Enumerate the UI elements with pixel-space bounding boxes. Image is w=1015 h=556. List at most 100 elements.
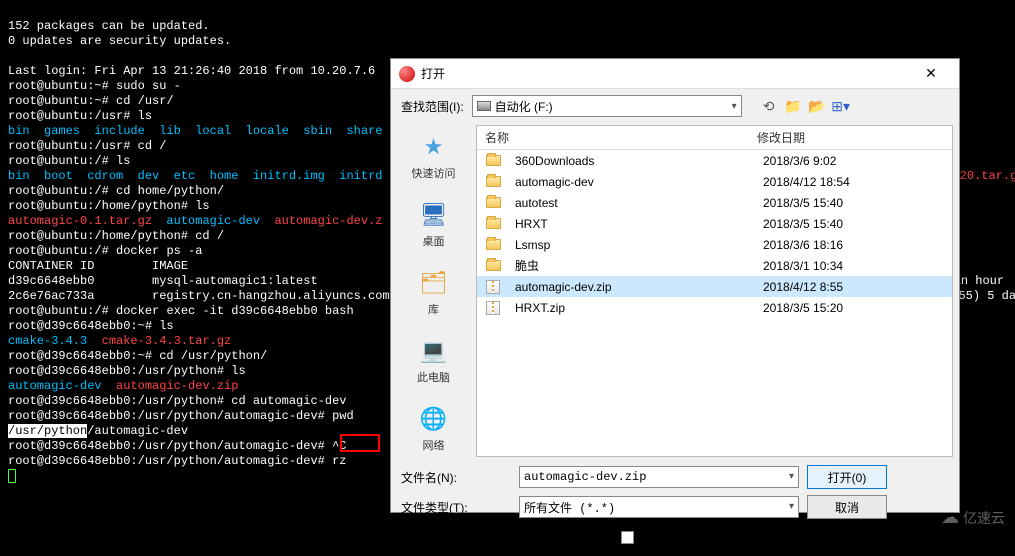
column-name-header[interactable]: 名称 <box>477 129 757 146</box>
chevron-down-icon: ▾ <box>789 501 794 513</box>
file-row[interactable]: automagic-dev.zip2018/4/12 8:55 <box>477 276 952 297</box>
back-icon[interactable]: ⟲ <box>760 97 778 115</box>
prompt: root@ubuntu:/home/python# <box>8 229 195 243</box>
filename-input[interactable]: automagic-dev.zip ▾ <box>519 466 799 488</box>
cmd: ls <box>195 199 209 213</box>
file-date: 2018/3/1 10:34 <box>763 259 893 273</box>
pwd-output: /automagic-dev <box>87 424 188 438</box>
term-line: Last login: Fri Apr 13 21:26:40 2018 fro… <box>8 64 375 78</box>
place-this-pc[interactable]: 💻 此电脑 <box>391 333 476 387</box>
pc-icon: 💻 <box>418 335 450 367</box>
place-quick-access[interactable]: ★ 快速访问 <box>391 129 476 183</box>
quick-access-icon: ★ <box>418 131 450 163</box>
chevron-down-icon: ▾ <box>789 471 794 483</box>
file-row[interactable]: HRXT2018/3/5 15:40 <box>477 213 952 234</box>
ls-output: automagic-dev.zip <box>116 379 238 393</box>
desktop-icon: 🖥 <box>418 199 450 231</box>
lookup-label: 查找范围(I): <box>401 98 464 115</box>
cmd: cd / <box>138 139 167 153</box>
ascii-label: 发送文件到ASCII <box>638 529 729 546</box>
filename-label: 文件名(N): <box>401 469 511 486</box>
place-label: 此电脑 <box>417 369 450 385</box>
zip-icon <box>485 301 501 315</box>
prompt: root@ubuntu:/home/python# <box>8 199 195 213</box>
filename-value: automagic-dev.zip <box>524 470 646 484</box>
file-row[interactable]: autotest2018/3/5 15:40 <box>477 192 952 213</box>
file-name: automagic-dev <box>507 175 763 189</box>
watermark-text: 亿速云 <box>963 508 1005 528</box>
file-date: 2018/3/6 18:16 <box>763 238 893 252</box>
file-row[interactable]: HRXT.zip2018/3/5 15:20 <box>477 297 952 318</box>
ls-output: automagic-dev.z <box>274 214 382 228</box>
prompt: root@d39c6648ebb0:/usr/python# <box>8 394 231 408</box>
dialog-toolbar: ⟲ 📁 📂 ⊞▾ <box>760 97 850 115</box>
term-line: CONTAINER ID IMAGE <box>8 259 188 273</box>
up-folder-icon[interactable]: 📁 <box>784 97 802 115</box>
folder-icon <box>485 196 501 210</box>
zip-icon <box>485 280 501 294</box>
prompt: root@ubuntu:~# <box>8 79 116 93</box>
cmd: docker exec -it d39c6648ebb0 bash <box>116 304 354 318</box>
view-menu-icon[interactable]: ⊞▾ <box>832 97 850 115</box>
cmd: sudo su - <box>116 79 181 93</box>
column-date-header[interactable]: 修改日期 <box>757 129 887 146</box>
lookup-row: 查找范围(I): 自动化 (F:) ▾ ⟲ 📁 📂 ⊞▾ <box>391 89 959 123</box>
prompt: root@d39c6648ebb0:/usr/python/automagic-… <box>8 454 332 468</box>
cmd: rz <box>332 454 346 468</box>
open-file-dialog: 打开 ✕ 查找范围(I): 自动化 (F:) ▾ ⟲ 📁 📂 ⊞▾ ★ 快速访问… <box>390 58 960 513</box>
network-icon: 🌐 <box>418 403 450 435</box>
file-row[interactable]: 360Downloads2018/3/6 9:02 <box>477 150 952 171</box>
place-desktop[interactable]: 🖥 桌面 <box>391 197 476 251</box>
place-network[interactable]: 🌐 网络 <box>391 401 476 455</box>
cursor-icon <box>8 469 16 483</box>
ascii-checkbox[interactable] <box>621 531 634 544</box>
file-date: 2018/3/6 9:02 <box>763 154 893 168</box>
folder-icon <box>485 217 501 231</box>
dialog-footer: 文件名(N): automagic-dev.zip ▾ 打开(0) 文件类型(T… <box>391 459 959 556</box>
file-name: 360Downloads <box>507 154 763 168</box>
dialog-titlebar[interactable]: 打开 ✕ <box>391 59 959 89</box>
place-library[interactable]: 🗂 库 <box>391 265 476 319</box>
file-date: 2018/3/5 15:40 <box>763 217 893 231</box>
cmd: cd / <box>195 229 224 243</box>
prompt: root@ubuntu:/# <box>8 304 116 318</box>
filetype-select[interactable]: 所有文件 (*.*) ▾ <box>519 496 799 518</box>
folder-icon <box>485 175 501 189</box>
cmd: pwd <box>332 409 354 423</box>
drive-select[interactable]: 自动化 (F:) ▾ <box>472 95 742 117</box>
file-row[interactable]: automagic-dev2018/4/12 18:54 <box>477 171 952 192</box>
chevron-down-icon: ▾ <box>732 101 737 112</box>
file-list[interactable]: 名称 修改日期 360Downloads2018/3/6 9:02automag… <box>476 125 953 457</box>
ls-output: cmake-3.4.3 <box>8 334 87 348</box>
library-icon: 🗂 <box>418 267 450 299</box>
filetype-label: 文件类型(T): <box>401 499 511 516</box>
file-list-header[interactable]: 名称 修改日期 <box>477 126 952 150</box>
ls-output: cmake-3.4.3.tar.gz <box>102 334 232 348</box>
open-button[interactable]: 打开(0) <box>807 465 887 489</box>
place-label: 网络 <box>423 437 445 453</box>
cancel-button[interactable]: 取消 <box>807 495 887 519</box>
place-label: 快速访问 <box>412 165 456 181</box>
prompt: root@d39c6648ebb0:/usr/python/automagic-… <box>8 439 332 453</box>
new-folder-icon[interactable]: 📂 <box>808 97 826 115</box>
file-row[interactable]: 脆虫2018/3/1 10:34 <box>477 255 952 276</box>
close-button[interactable]: ✕ <box>911 60 951 88</box>
prompt: root@d39c6648ebb0:~# <box>8 319 159 333</box>
cmd: ls <box>116 154 130 168</box>
folder-icon <box>485 238 501 252</box>
file-name: HRXT <box>507 217 763 231</box>
file-row[interactable]: Lsmsp2018/3/6 18:16 <box>477 234 952 255</box>
prompt: root@ubuntu:/usr# <box>8 139 138 153</box>
places-bar: ★ 快速访问 🖥 桌面 🗂 库 💻 此电脑 🌐 网络 <box>391 123 476 459</box>
term-line: 0 updates are security updates. <box>8 34 231 48</box>
cmd: cd /usr/ <box>116 94 174 108</box>
term-line: d39c6648ebb0 mysql-automagic1:latest <box>8 274 318 288</box>
ls-output: automagic-dev <box>152 214 274 228</box>
prompt: root@ubuntu:/usr# <box>8 109 138 123</box>
file-date: 2018/3/5 15:40 <box>763 196 893 210</box>
drive-label: 自动化 (F:) <box>495 98 553 115</box>
app-icon <box>399 66 415 82</box>
watermark: ☁ 亿速云 <box>941 507 1005 528</box>
file-date: 2018/4/12 8:55 <box>763 280 893 294</box>
prompt: root@d39c6648ebb0:/usr/python/automagic-… <box>8 409 332 423</box>
